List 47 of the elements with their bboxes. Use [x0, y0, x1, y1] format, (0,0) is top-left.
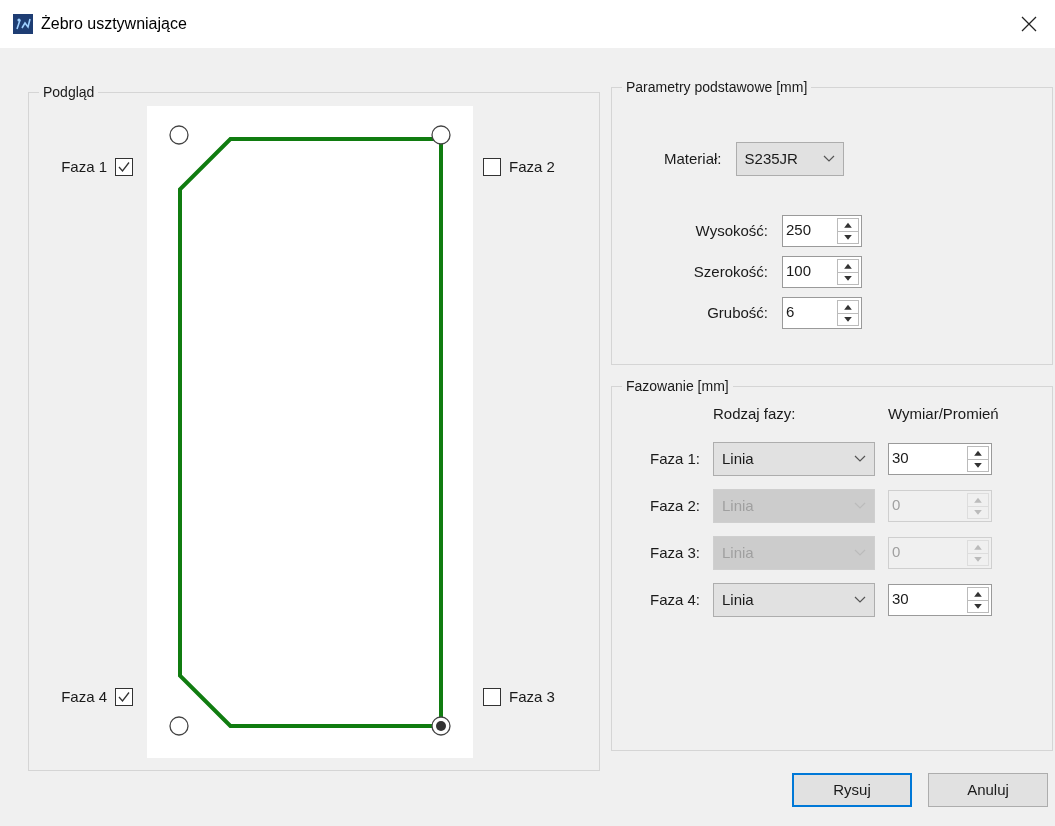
group-title: Podgląd: [42, 83, 96, 102]
radio-button[interactable]: [169, 716, 189, 736]
field-label: Wysokość:: [694, 220, 768, 241]
checkbox[interactable]: [483, 158, 501, 176]
radio-button[interactable]: [431, 716, 451, 736]
row-label: Faza 3:: [648, 542, 700, 563]
radio-button[interactable]: [431, 125, 451, 145]
chevron-icon: [854, 596, 866, 604]
spin-buttons[interactable]: [837, 259, 859, 285]
checkbox[interactable]: [483, 688, 501, 706]
dropdown[interactable]: Linia: [713, 583, 875, 617]
field-label: Szerokość:: [692, 261, 768, 282]
group-title: Fazowanie [mm]: [625, 377, 730, 396]
group-title: Parametry podstawowe [mm]: [625, 78, 809, 97]
number-field[interactable]: 250: [782, 215, 862, 247]
close-button[interactable]: [1019, 14, 1039, 34]
chevron-icon: [822, 155, 835, 163]
number-field[interactable]: 30: [888, 584, 992, 616]
checkbox-label: Faza 1: [61, 156, 107, 177]
spin-buttons[interactable]: [837, 218, 859, 244]
checkbox[interactable]: [115, 158, 133, 176]
checkbox-label: Faza 4: [61, 686, 107, 707]
checkbox-label: Faza 2: [509, 156, 555, 177]
spin-buttons[interactable]: [967, 587, 989, 613]
dialog-button[interactable]: Rysuj: [792, 773, 912, 807]
dialog-button[interactable]: Anuluj: [928, 773, 1048, 807]
field-label: Materiał:: [664, 148, 722, 169]
chevron-icon: [854, 455, 866, 463]
field-label: Grubość:: [706, 302, 768, 323]
column-header: Wymiar/Promień: [888, 404, 999, 424]
spin-buttons[interactable]: [837, 300, 859, 326]
checkbox[interactable]: [115, 688, 133, 706]
app-icon: [13, 14, 33, 34]
dropdown[interactable]: Linia: [713, 442, 875, 476]
row-label: Faza 4:: [648, 589, 700, 610]
number-field[interactable]: 6: [782, 297, 862, 329]
dropdown[interactable]: S235JR: [735, 142, 844, 176]
checkbox-label: Faza 3: [509, 686, 555, 707]
window-title: Żebro usztywniające: [41, 14, 187, 34]
spin-buttons[interactable]: [967, 446, 989, 472]
column-header: Rodzaj fazy:: [713, 404, 797, 424]
row-label: Faza 1:: [648, 448, 700, 469]
number-field[interactable]: 30: [888, 443, 992, 475]
radio-button[interactable]: [169, 125, 189, 145]
row-label: Faza 2:: [648, 495, 700, 516]
number-field[interactable]: 100: [782, 256, 862, 288]
close-icon: [1021, 16, 1037, 32]
